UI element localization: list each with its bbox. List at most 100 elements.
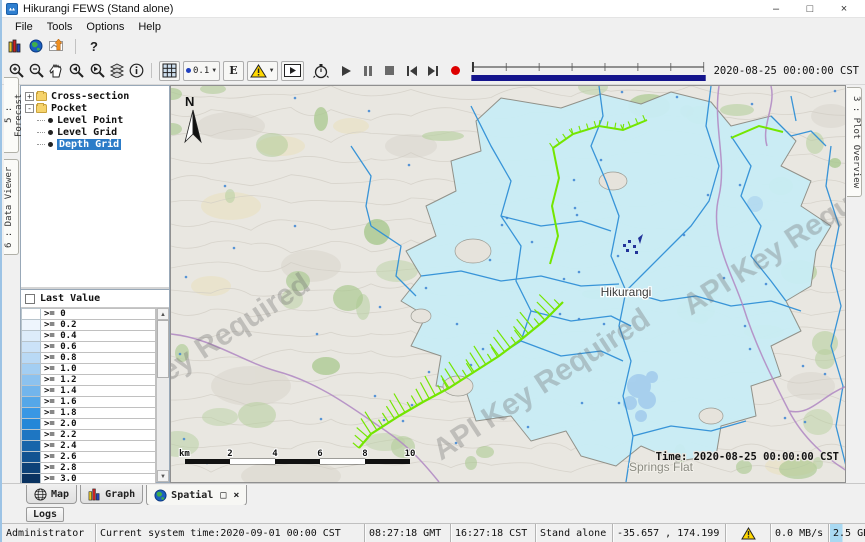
legend-row: >= 0.8 — [21, 352, 156, 363]
expand-icon[interactable]: + — [25, 92, 34, 101]
tree-item-label: Level Point — [57, 115, 123, 126]
gauge-dot — [428, 371, 431, 374]
layers-icon[interactable] — [109, 63, 126, 78]
close-icon[interactable]: × — [233, 490, 239, 501]
vegetation-patch — [225, 189, 235, 203]
scale-tick-label: 4 — [272, 449, 278, 459]
gauge-dot — [576, 214, 579, 217]
scroll-up-icon[interactable]: ▲ — [157, 308, 169, 320]
map-viewport[interactable]: API Key Required API Key Required API Ke… — [170, 85, 846, 483]
contour-value-icon[interactable]: 0.1 ▼ — [183, 61, 220, 81]
help-icon[interactable]: ? — [86, 39, 102, 54]
gauge-dot — [408, 164, 411, 167]
tree-item-pocket[interactable]: - Pocket — [23, 102, 167, 114]
vegetation-patch — [312, 357, 340, 375]
animation-settings-icon[interactable] — [313, 63, 329, 79]
restore-icon[interactable]: □ — [220, 490, 226, 501]
tree-item-cross-section[interactable]: + Cross-section — [23, 90, 167, 102]
collapse-icon[interactable]: - — [25, 104, 34, 113]
sidebar-tab-data-viewer[interactable]: 6 : Data Viewer — [4, 159, 19, 255]
globe-icon[interactable] — [29, 39, 43, 53]
menu-file[interactable]: File — [8, 20, 40, 34]
tab-map[interactable]: Map — [26, 485, 77, 504]
logs-button[interactable]: Logs — [26, 507, 64, 522]
zoom-out-icon[interactable] — [28, 62, 45, 79]
sidebar-tab-forecast[interactable]: 5 : Forecast — [4, 77, 19, 153]
gauge-dot — [489, 259, 492, 262]
scrollbar-thumb[interactable] — [157, 320, 169, 378]
tab-spatial[interactable]: Spatial □ × — [146, 485, 247, 506]
gauge-dot — [411, 404, 414, 407]
last-value-checkbox[interactable] — [25, 294, 35, 304]
status-warning-icon[interactable] — [725, 524, 770, 542]
gauge-dot — [379, 306, 382, 309]
right-tab-strip: 3 : Plot Overview — [846, 85, 865, 483]
grid-display-icon[interactable] — [159, 61, 180, 81]
vegetation-patch — [803, 409, 833, 435]
tree-item-level-point[interactable]: Level Point — [37, 114, 167, 126]
status-gmt-time: 08:27:18 GMT — [364, 524, 450, 542]
left-panel: + Cross-section - Pocket Level Point — [20, 85, 170, 483]
record-icon[interactable] — [450, 65, 461, 76]
filter-tree: + Cross-section - Pocket Level Point — [21, 86, 169, 289]
tree-item-level-grid[interactable]: Level Grid — [37, 126, 167, 138]
left-tab-strip: 5 : Forecast 6 : Data Viewer — [2, 85, 20, 483]
last-frame-icon[interactable] — [427, 65, 439, 77]
zoom-previous-icon[interactable] — [67, 62, 85, 79]
gauge-dot — [834, 90, 837, 93]
timeline-slider[interactable] — [470, 59, 707, 83]
pause-icon[interactable] — [363, 65, 373, 77]
maximize-button[interactable]: □ — [793, 3, 827, 15]
chevron-down-icon[interactable]: ▼ — [269, 68, 275, 74]
menu-options[interactable]: Options — [79, 20, 131, 34]
legend-row-label: >= 1.4 — [41, 385, 156, 396]
vegetation-patch — [238, 402, 276, 428]
legend-row-label: >= 1.2 — [41, 374, 156, 385]
tab-label: Spatial — [171, 490, 213, 501]
node-bullet-icon — [48, 118, 53, 123]
node-bullet-icon — [48, 142, 53, 147]
zoom-next-icon[interactable] — [88, 62, 106, 79]
gauge-dot — [784, 417, 787, 420]
close-button[interactable]: × — [827, 3, 861, 15]
status-local-time: 16:27:18 CST — [450, 524, 535, 542]
status-system-time: Current system time:2020-09-01 00:00 CST — [95, 524, 364, 542]
legend-row: >= 0 — [21, 308, 156, 319]
menu-help[interactable]: Help — [131, 20, 168, 34]
warning-icon[interactable]: ▼ — [247, 61, 278, 81]
chevron-down-icon[interactable]: ▼ — [211, 68, 217, 74]
bar-chart-icon — [88, 488, 101, 501]
tab-graph[interactable]: Graph — [80, 485, 143, 504]
vegetation-patch — [720, 104, 754, 116]
legend-swatch — [21, 363, 41, 374]
legend-icon[interactable]: E — [223, 61, 243, 81]
legend-row: >= 1.4 — [21, 385, 156, 396]
legend-row: >= 2.2 — [21, 429, 156, 440]
pan-icon[interactable] — [48, 63, 64, 79]
map-canvas[interactable]: API Key Required API Key Required API Ke… — [171, 86, 846, 482]
legend-scrollbar[interactable]: ▲ ▼ — [156, 308, 169, 482]
movie-icon[interactable] — [281, 61, 304, 81]
menu-tools[interactable]: Tools — [40, 20, 80, 34]
play-icon[interactable] — [340, 65, 352, 77]
database-icon[interactable] — [8, 39, 23, 53]
tree-item-depth-grid[interactable]: Depth Grid — [37, 138, 167, 150]
legend-row-label: >= 2.4 — [41, 440, 156, 451]
legend-row: >= 2.8 — [21, 462, 156, 473]
sidebar-tab-plot-overview[interactable]: 3 : Plot Overview — [847, 87, 862, 197]
gauge-dot — [294, 97, 297, 100]
gauge-dot — [578, 271, 581, 274]
timeline-thumb[interactable] — [472, 62, 474, 72]
gauge-dot — [224, 185, 227, 188]
scroll-down-icon[interactable]: ▼ — [157, 470, 169, 482]
minimize-button[interactable]: – — [759, 3, 793, 15]
stop-icon[interactable] — [384, 65, 395, 76]
info-icon[interactable] — [129, 63, 144, 78]
first-frame-icon[interactable] — [406, 65, 418, 77]
scrollbar-track[interactable] — [157, 320, 169, 470]
tree-item-label-selected: Depth Grid — [57, 139, 121, 150]
legend-row-label: >= 2.0 — [41, 418, 156, 429]
legend-row-label: >= 1.0 — [41, 363, 156, 374]
chart-export-icon[interactable] — [49, 39, 65, 53]
legend-row-label: >= 0 — [41, 308, 156, 319]
